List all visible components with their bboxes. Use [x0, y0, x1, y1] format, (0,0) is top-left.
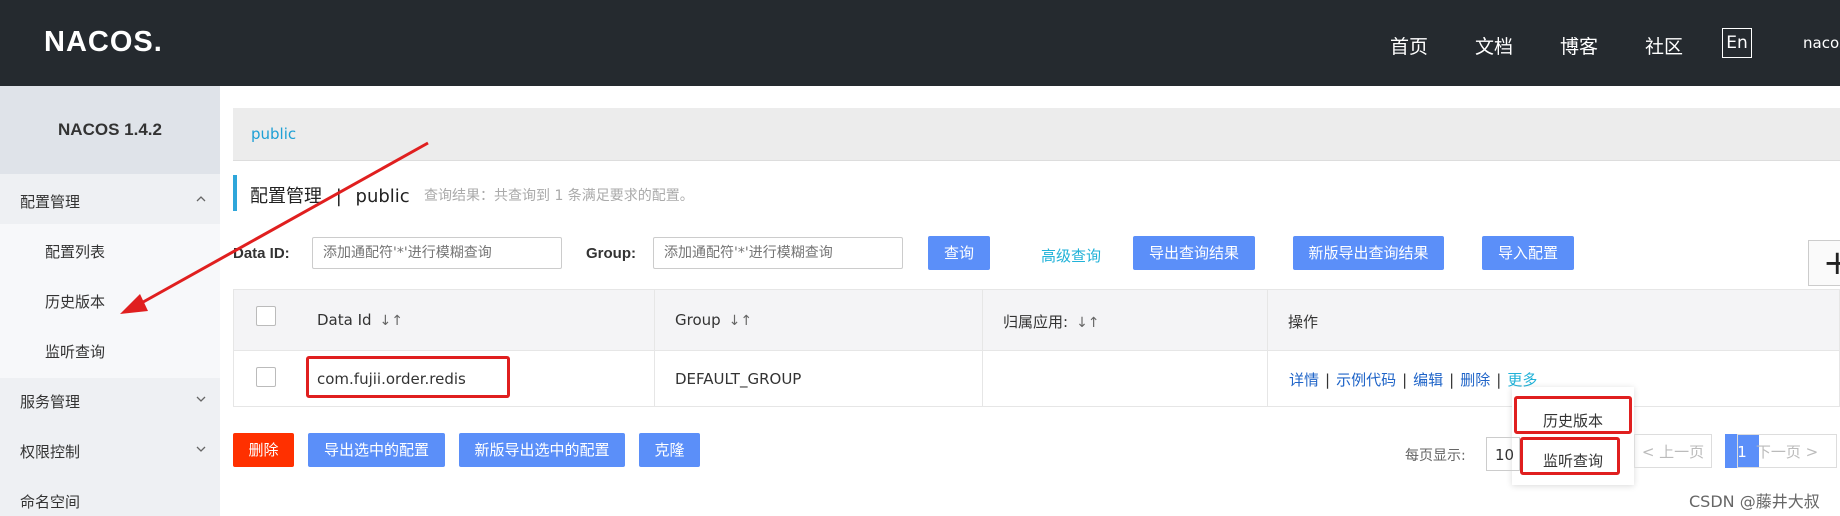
annotation-arrow: [120, 141, 429, 314]
watermark: CSDN @藤井大叔: [1689, 492, 1820, 511]
